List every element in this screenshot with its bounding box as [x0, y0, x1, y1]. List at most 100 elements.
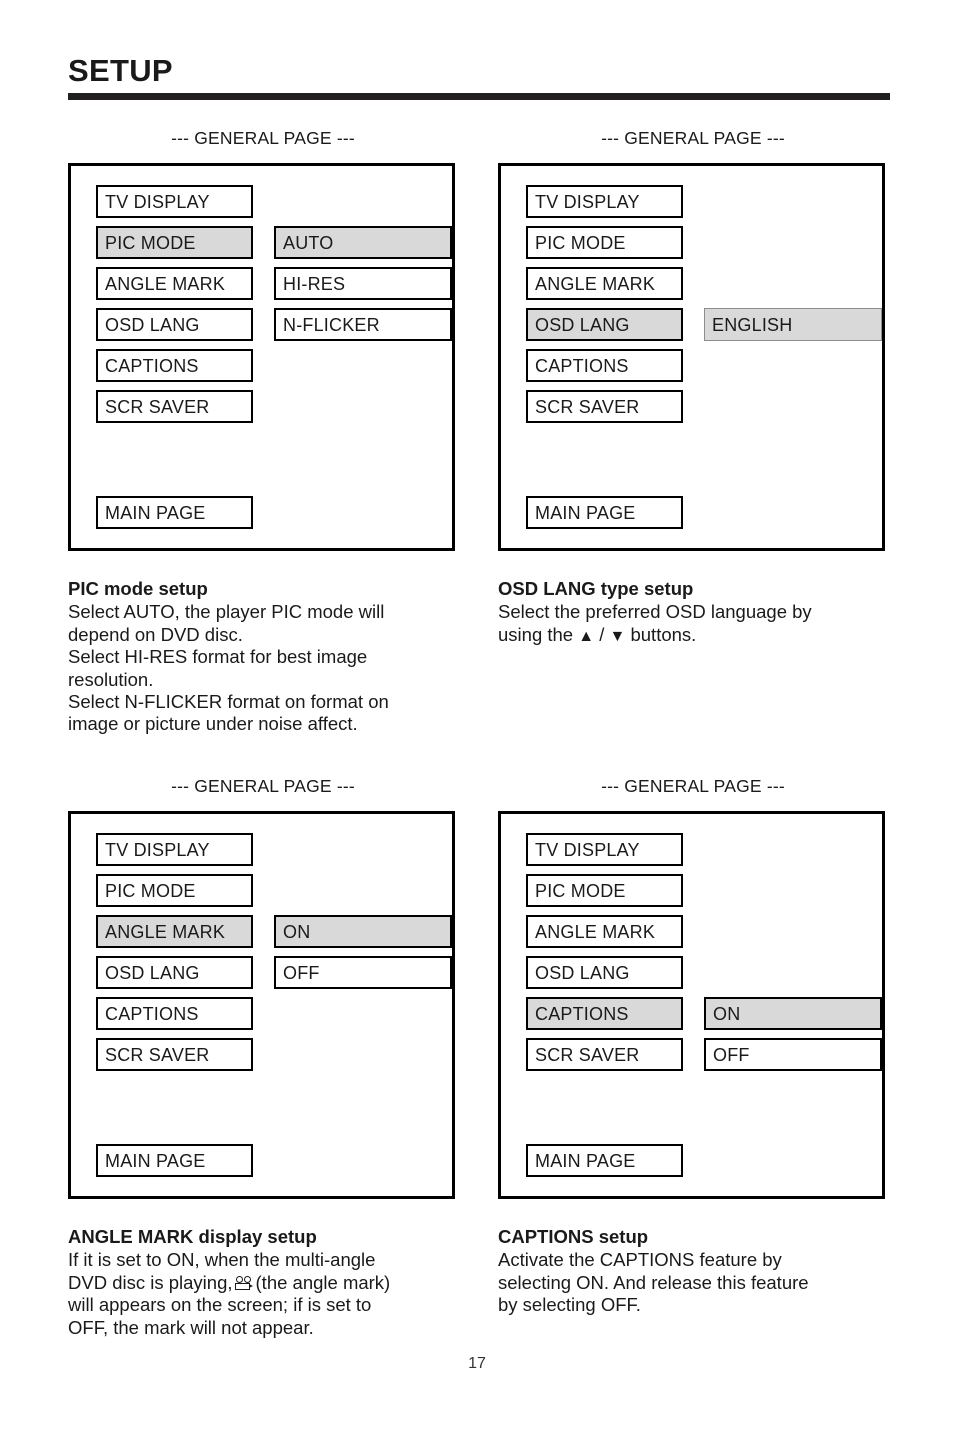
- osd-row: ANGLE MARK ON: [96, 915, 452, 948]
- menu-item-captions[interactable]: CAPTIONS: [96, 349, 253, 382]
- osd-footer: MAIN PAGE: [526, 1144, 683, 1177]
- osd-rows: TV DISPLAY PIC MODE ANGLE MARK OSD LANG …: [526, 185, 882, 431]
- osd-footer: MAIN PAGE: [96, 1144, 253, 1177]
- description-text: buttons.: [630, 623, 697, 645]
- menu-item-pic-mode[interactable]: PIC MODE: [526, 226, 683, 259]
- menu-item-osd-lang[interactable]: OSD LANG: [526, 308, 683, 341]
- osd-row: SCR SAVER: [526, 390, 866, 423]
- osd-footer: MAIN PAGE: [526, 496, 683, 529]
- osd-rows: TV DISPLAY PIC MODE ANGLE MARK ON OSD LA…: [96, 833, 452, 1079]
- menu-item-tv-display[interactable]: TV DISPLAY: [96, 833, 253, 866]
- description-line: resolution.: [68, 668, 154, 690]
- option-off[interactable]: OFF: [704, 1038, 882, 1071]
- description-body: Select AUTO, the player PIC mode will de…: [68, 601, 463, 735]
- description-title: CAPTIONS setup: [498, 1226, 649, 1247]
- description-osd-lang: OSD LANG type setup Select the preferred…: [498, 578, 893, 646]
- osd-row: OSD LANG N-FLICKER: [96, 308, 452, 341]
- page-title: SETUP: [68, 53, 173, 88]
- menu-item-angle-mark[interactable]: ANGLE MARK: [526, 915, 683, 948]
- osd-row: SCR SAVER: [96, 390, 436, 423]
- menu-item-captions[interactable]: CAPTIONS: [96, 997, 253, 1030]
- description-line: Activate the CAPTIONS feature by: [498, 1249, 782, 1271]
- osd-row: TV DISPLAY: [96, 185, 436, 218]
- osd-row: TV DISPLAY: [96, 833, 436, 866]
- description-line: DVD disc is playing, (the angle mark): [68, 1272, 463, 1294]
- menu-item-pic-mode[interactable]: PIC MODE: [96, 226, 253, 259]
- description-angle-mark: ANGLE MARK display setup If it is set to…: [68, 1226, 463, 1339]
- description-title: PIC mode setup: [68, 578, 208, 599]
- menu-item-tv-display[interactable]: TV DISPLAY: [96, 185, 253, 218]
- option-auto[interactable]: AUTO: [274, 226, 452, 259]
- description-line: OFF, the mark will not appear.: [68, 1316, 314, 1338]
- section-angle-mark: --- GENERAL PAGE --- TV DISPLAY PIC MODE…: [68, 776, 458, 1199]
- section-captions: --- GENERAL PAGE --- TV DISPLAY PIC MODE…: [498, 776, 888, 1199]
- down-arrow-icon: ▼: [609, 627, 626, 645]
- osd-row: TV DISPLAY: [526, 185, 866, 218]
- menu-item-captions[interactable]: CAPTIONS: [526, 997, 683, 1030]
- osd-menu-panel-angle-mark: TV DISPLAY PIC MODE ANGLE MARK ON OSD LA…: [68, 811, 455, 1199]
- menu-item-scr-saver[interactable]: SCR SAVER: [96, 1038, 253, 1071]
- movie-camera-angle-mark-icon: [234, 1275, 254, 1291]
- menu-item-scr-saver[interactable]: SCR SAVER: [96, 390, 253, 423]
- osd-row: PIC MODE: [526, 874, 866, 907]
- osd-row: OSD LANG ENGLISH: [526, 308, 882, 341]
- description-captions: CAPTIONS setup Activate the CAPTIONS fea…: [498, 1226, 893, 1317]
- description-line: will appears on the screen; if is set to: [68, 1294, 372, 1316]
- up-arrow-icon: ▲: [578, 627, 595, 645]
- panel-caption-general-page: --- GENERAL PAGE ---: [171, 776, 355, 796]
- osd-row: CAPTIONS: [526, 349, 866, 382]
- osd-row: ANGLE MARK: [526, 915, 866, 948]
- menu-item-angle-mark[interactable]: ANGLE MARK: [96, 267, 253, 300]
- osd-row: CAPTIONS: [96, 349, 436, 382]
- description-line: Select N-FLICKER format on format on: [68, 690, 389, 712]
- menu-item-osd-lang[interactable]: OSD LANG: [96, 308, 253, 341]
- menu-item-osd-lang[interactable]: OSD LANG: [96, 956, 253, 989]
- option-n-flicker[interactable]: N-FLICKER: [274, 308, 452, 341]
- menu-item-tv-display[interactable]: TV DISPLAY: [526, 185, 683, 218]
- description-text: DVD disc is playing,: [68, 1271, 233, 1293]
- title-divider: [68, 92, 890, 100]
- menu-item-angle-mark[interactable]: ANGLE MARK: [96, 915, 253, 948]
- option-on[interactable]: ON: [704, 997, 882, 1030]
- option-hi-res[interactable]: HI-RES: [274, 267, 452, 300]
- description-body: Activate the CAPTIONS feature by selecti…: [498, 1249, 893, 1316]
- description-text: using the: [498, 623, 574, 645]
- description-line: Select HI-RES format for best image: [68, 646, 368, 668]
- osd-row: CAPTIONS: [96, 997, 436, 1030]
- osd-row: SCR SAVER OFF: [526, 1038, 882, 1071]
- menu-item-pic-mode[interactable]: PIC MODE: [526, 874, 683, 907]
- menu-item-captions[interactable]: CAPTIONS: [526, 349, 683, 382]
- osd-footer: MAIN PAGE: [96, 496, 253, 529]
- menu-item-main-page[interactable]: MAIN PAGE: [96, 1144, 253, 1177]
- description-line: by selecting OFF.: [498, 1294, 641, 1316]
- option-off[interactable]: OFF: [274, 956, 452, 989]
- menu-item-main-page[interactable]: MAIN PAGE: [526, 496, 683, 529]
- option-english[interactable]: ENGLISH: [704, 308, 882, 341]
- menu-item-scr-saver[interactable]: SCR SAVER: [526, 390, 683, 423]
- menu-item-osd-lang[interactable]: OSD LANG: [526, 956, 683, 989]
- description-line: using the ▲ / ▼ buttons.: [498, 624, 893, 646]
- panel-caption-general-page: --- GENERAL PAGE ---: [601, 776, 785, 796]
- description-line: If it is set to ON, when the multi-angle: [68, 1249, 376, 1271]
- osd-row: OSD LANG OFF: [96, 956, 452, 989]
- section-osd-lang: --- GENERAL PAGE --- TV DISPLAY PIC MODE…: [498, 128, 888, 551]
- description-line: depend on DVD disc.: [68, 623, 243, 645]
- osd-row: TV DISPLAY: [526, 833, 866, 866]
- menu-item-main-page[interactable]: MAIN PAGE: [526, 1144, 683, 1177]
- osd-menu-panel-pic-mode: TV DISPLAY PIC MODE AUTO ANGLE MARK HI-R…: [68, 163, 455, 551]
- description-line: Select the preferred OSD language by: [498, 601, 812, 623]
- osd-row: CAPTIONS ON: [526, 997, 882, 1030]
- description-text: (the angle mark): [255, 1271, 391, 1293]
- description-title: ANGLE MARK display setup: [68, 1226, 317, 1247]
- menu-item-scr-saver[interactable]: SCR SAVER: [526, 1038, 683, 1071]
- osd-rows: TV DISPLAY PIC MODE AUTO ANGLE MARK HI-R…: [96, 185, 452, 431]
- menu-item-main-page[interactable]: MAIN PAGE: [96, 496, 253, 529]
- option-on[interactable]: ON: [274, 915, 452, 948]
- description-body: If it is set to ON, when the multi-angle…: [68, 1249, 463, 1339]
- description-title: OSD LANG type setup: [498, 578, 694, 599]
- menu-item-angle-mark[interactable]: ANGLE MARK: [526, 267, 683, 300]
- section-pic-mode: --- GENERAL PAGE --- TV DISPLAY PIC MODE…: [68, 128, 458, 551]
- menu-item-tv-display[interactable]: TV DISPLAY: [526, 833, 683, 866]
- menu-item-pic-mode[interactable]: PIC MODE: [96, 874, 253, 907]
- page-header: SETUP: [68, 53, 890, 100]
